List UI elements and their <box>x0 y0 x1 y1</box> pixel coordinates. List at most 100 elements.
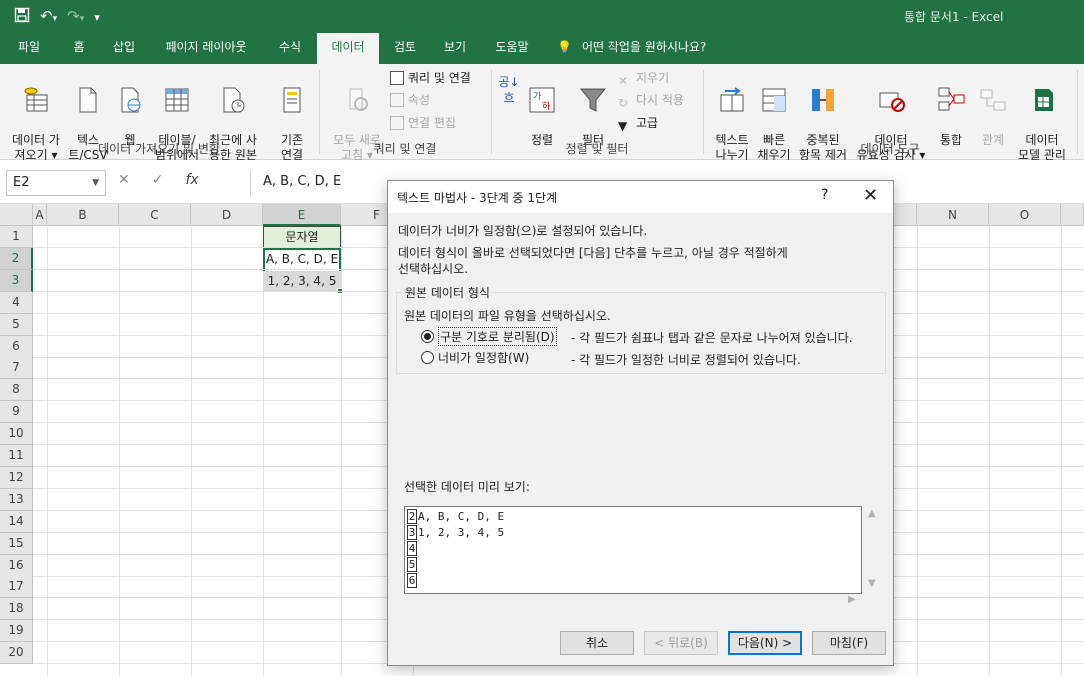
sort-icon: 가하 <box>529 87 555 113</box>
filter-button[interactable]: 필터 <box>574 70 612 148</box>
customize-icon[interactable]: ▾ <box>94 8 100 28</box>
sort-button[interactable]: 가하 정렬 <box>524 70 560 148</box>
name-box[interactable]: E2 ▼ <box>6 170 106 196</box>
column-header-c[interactable]: C <box>119 204 191 226</box>
edit-links-icon <box>390 116 404 130</box>
cancel-button[interactable]: 취소 <box>560 631 634 655</box>
help-icon[interactable]: ? <box>821 187 828 203</box>
gridline <box>263 226 264 676</box>
column-header-d[interactable]: D <box>191 204 263 226</box>
data-preview-box[interactable]: 2 A, B, C, D, E 3 1, 2, 3, 4, 5 4 5 6 <box>404 506 862 594</box>
tab-help[interactable]: 도움말 <box>484 33 540 64</box>
chevron-up-icon[interactable]: ▲ <box>868 508 876 519</box>
row-header-16[interactable]: 16 <box>0 554 33 577</box>
tab-file[interactable]: 파일 <box>6 33 52 64</box>
row-header-1[interactable]: 1 <box>0 226 33 248</box>
reapply-icon: ↻ <box>618 96 629 110</box>
row-header-18[interactable]: 18 <box>0 598 33 621</box>
reapply-button[interactable]: ↻ 다시 적용 <box>618 90 684 110</box>
svg-text:하: 하 <box>542 101 551 112</box>
tab-formulas[interactable]: 수식 <box>268 33 312 64</box>
row-header-2[interactable]: 2 <box>0 247 33 270</box>
column-header-o[interactable]: O <box>989 204 1061 226</box>
row-header-12[interactable]: 12 <box>0 466 33 489</box>
web-button[interactable]: 웹 <box>112 70 148 148</box>
edit-links-button[interactable]: 연결 편집 <box>390 113 456 133</box>
tab-page-layout[interactable]: 페이지 레이아웃 <box>152 33 260 64</box>
group-label-sort: 정렬 및 필터 <box>565 142 629 156</box>
column-header-p[interactable] <box>1061 204 1084 226</box>
radio-button-checked[interactable] <box>421 330 434 343</box>
chevron-right-icon[interactable]: ▶ <box>848 594 856 605</box>
row-header-17[interactable]: 17 <box>0 576 33 599</box>
row-header-19[interactable]: 19 <box>0 620 33 643</box>
column-header-b[interactable]: B <box>47 204 119 226</box>
tab-insert[interactable]: 삽입 <box>104 33 144 64</box>
tab-data[interactable]: 데이터 <box>317 33 379 65</box>
select-all-corner[interactable] <box>0 204 33 226</box>
preview-row: 6 <box>407 573 417 588</box>
consolidate-icon <box>938 87 965 111</box>
cell-e3[interactable]: 1, 2, 3, 4, 5 <box>263 271 341 292</box>
tell-me-box[interactable]: 💡 어떤 작업을 원하시나요? <box>557 33 706 64</box>
row-header-4[interactable]: 4 <box>0 291 33 314</box>
undo-icon[interactable]: ↶▾ <box>40 6 57 29</box>
row-header-13[interactable]: 13 <box>0 488 33 511</box>
row-header-15[interactable]: 15 <box>0 532 33 555</box>
save-icon[interactable] <box>14 7 30 28</box>
row-header-8[interactable]: 8 <box>0 379 33 402</box>
group-separator <box>1077 70 1078 154</box>
back-button[interactable]: < 뒤로(B) <box>644 631 718 655</box>
radio-delimited[interactable]: 구분 기호로 분리됨(D) <box>421 327 557 346</box>
chevron-down-icon[interactable]: ▼ <box>92 171 99 195</box>
ribbon: 데이터 가 져오기 ▾ 텍스 트/CSV 웹 테이블/ 범위에서 최근에 사 용… <box>0 64 1084 162</box>
row-header-7[interactable]: 7 <box>0 357 33 380</box>
data-validation-icon <box>879 92 905 112</box>
row-header-6[interactable]: 6 <box>0 335 33 358</box>
chevron-down-icon[interactable]: ▼ <box>868 578 876 589</box>
preview-row: 3 1, 2, 3, 4, 5 <box>407 525 505 540</box>
sort-az-icon: 공↓ 흐 <box>498 75 520 105</box>
row-header-11[interactable]: 11 <box>0 445 33 467</box>
row-header-10[interactable]: 10 <box>0 423 33 446</box>
cancel-icon[interactable]: ✕ <box>118 172 130 188</box>
row-header-14[interactable]: 14 <box>0 510 33 533</box>
source-format-title: 원본 데이터 형식 <box>402 284 493 301</box>
preview-row: 5 <box>407 557 417 572</box>
column-header-e[interactable]: E <box>263 204 341 226</box>
relationships-button[interactable]: 관계 <box>974 70 1012 148</box>
tab-home[interactable]: 홈 <box>60 33 98 64</box>
gridline <box>119 226 120 676</box>
close-icon[interactable]: ✕ <box>863 185 878 206</box>
svg-text:가: 가 <box>533 91 541 102</box>
column-header-a[interactable]: A <box>33 204 47 226</box>
tab-review[interactable]: 검토 <box>384 33 426 64</box>
radio-button[interactable] <box>421 351 434 364</box>
radio-fixed-width[interactable]: 너비가 일정함(W) <box>421 349 529 366</box>
consolidate-button[interactable]: 통합 <box>932 70 970 148</box>
preview-vertical-scrollbar[interactable]: ▲ ▼ <box>864 506 880 594</box>
redo-icon[interactable]: ↷▾ <box>67 6 84 29</box>
preview-horizontal-scrollbar[interactable]: ▶ <box>404 594 862 608</box>
check-icon[interactable]: ✓ <box>152 172 164 188</box>
table-icon <box>165 88 189 112</box>
finish-button[interactable]: 마침(F) <box>812 631 886 655</box>
clock-document-icon <box>223 87 245 113</box>
row-header-20[interactable]: 20 <box>0 642 33 665</box>
cell-e2[interactable]: A, B, C, D, E <box>263 249 341 271</box>
advanced-filter-button[interactable]: ▼ 고급 <box>618 113 658 133</box>
column-header-n[interactable]: N <box>917 204 989 226</box>
insert-function-icon[interactable]: fx <box>185 172 198 188</box>
row-header-3[interactable]: 3 <box>0 269 33 292</box>
queries-connections-button[interactable]: 쿼리 및 연결 <box>390 68 471 88</box>
cell-e1[interactable]: 문자열 <box>263 226 341 248</box>
next-button[interactable]: 다음(N) > <box>728 631 802 655</box>
preview-row: 4 <box>407 541 417 556</box>
get-data-icon <box>24 87 48 112</box>
row-header-5[interactable]: 5 <box>0 313 33 336</box>
sort-asc-button[interactable]: 공↓ 흐 <box>498 74 520 106</box>
tab-view[interactable]: 보기 <box>434 33 476 64</box>
clear-filter-button[interactable]: ✕ 지우기 <box>618 68 669 88</box>
properties-button[interactable]: 속성 <box>390 90 430 110</box>
row-header-9[interactable]: 9 <box>0 401 33 424</box>
